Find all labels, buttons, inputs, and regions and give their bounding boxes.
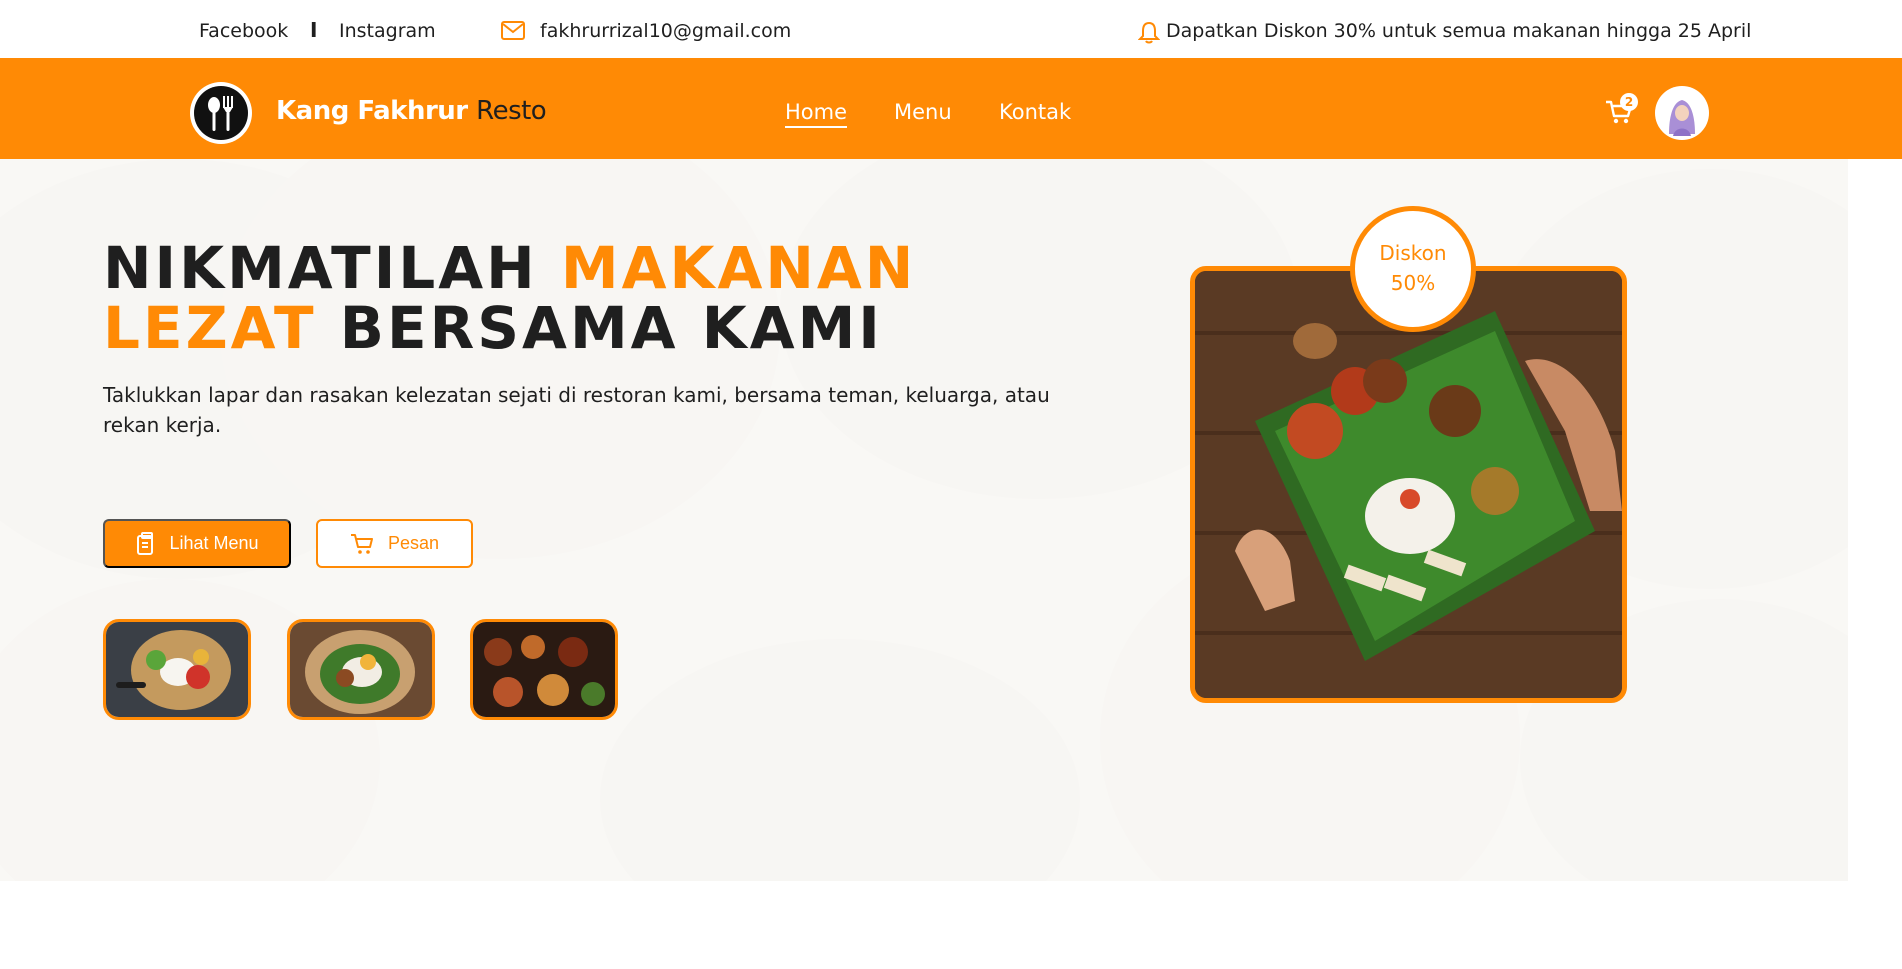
spoon-fork-icon (208, 96, 233, 131)
food-thumbnail[interactable] (287, 619, 435, 720)
view-menu-label: Lihat Menu (169, 533, 259, 553)
nav-home[interactable]: Home (785, 100, 848, 128)
nav-menu[interactable]: Menu (894, 100, 952, 124)
brand-name-first: Kang Fakhrur (276, 96, 468, 126)
featured-dish-image (1195, 271, 1622, 698)
cart-count-badge: 2 (1620, 93, 1638, 111)
food-thumbnail[interactable] (103, 619, 251, 720)
order-button[interactable]: Pesan (316, 519, 473, 568)
user-avatar-icon (1669, 100, 1695, 136)
email-address[interactable]: fakhrurrizal10@gmail.com (540, 20, 791, 42)
top-bar-separator: I (310, 18, 318, 42)
headline-part-3: LEZAT (103, 294, 317, 362)
hero-headline: NIKMATILAH MAKANAN LEZAT BERSAMA KAMI (103, 238, 916, 358)
cart-icon (350, 533, 373, 554)
headline-part-2: MAKANAN (560, 234, 917, 302)
clipboard-icon (137, 531, 154, 555)
user-avatar[interactable] (1655, 86, 1709, 140)
promo-text: Dapatkan Diskon 30% untuk semua makanan … (1166, 20, 1752, 42)
brand-name-second: Resto (476, 96, 547, 126)
discount-badge: Diskon 50% (1350, 206, 1476, 332)
food-image (106, 622, 248, 717)
discount-badge-value: 50% (1390, 271, 1436, 295)
hero-subtitle: Taklukkan lapar dan rasakan kelezatan se… (103, 383, 1050, 437)
mail-icon (501, 21, 525, 40)
order-label: Pesan (387, 533, 440, 553)
main-navbar: Kang Fakhrur Resto Home Menu Kontak 2 (0, 58, 1902, 159)
view-menu-button[interactable]: Lihat Menu (103, 519, 291, 568)
food-image (290, 622, 432, 717)
bell-icon (1138, 21, 1160, 44)
instagram-link[interactable]: Instagram (339, 20, 436, 42)
food-thumbnail[interactable] (470, 619, 618, 720)
headline-part-4: BERSAMA KAMI (339, 294, 883, 362)
food-image (473, 622, 615, 717)
facebook-link[interactable]: Facebook (199, 20, 288, 42)
headline-part-1: NIKMATILAH (103, 234, 538, 302)
nav-kontak[interactable]: Kontak (999, 100, 1071, 124)
restaurant-logo[interactable] (190, 82, 252, 144)
top-bar: Facebook I Instagram fakhrurrizal10@gmai… (0, 0, 1902, 58)
discount-badge-label: Diskon (1379, 241, 1447, 265)
brand-name[interactable]: Kang Fakhrur Resto (276, 96, 547, 126)
